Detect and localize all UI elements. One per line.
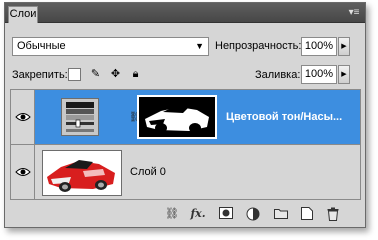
blend-mode-value: Обычные [17, 40, 66, 52]
fill-input[interactable]: 100% [301, 65, 337, 84]
trash-icon[interactable] [325, 207, 341, 221]
opacity-input[interactable]: 100% [301, 37, 337, 56]
lock-label: Закрепить: [12, 69, 68, 81]
visibility-toggle[interactable] [11, 90, 35, 144]
lock-pixels-icon[interactable]: ✎ [89, 68, 102, 81]
adjustment-layer-thumbnail [61, 98, 99, 136]
adjustment-icon[interactable] [245, 207, 261, 221]
lock-transparency-icon[interactable] [68, 68, 81, 81]
fx-icon[interactable]: fx. [190, 207, 206, 221]
lock-position-icon[interactable]: ✥ [109, 68, 122, 81]
layers-list: ⛓ Цветовой тон/Насы... Слой 0 [10, 89, 361, 200]
layer-name[interactable]: Слой 0 [130, 166, 166, 178]
layer-row-hue-saturation[interactable]: ⛓ Цветовой тон/Насы... [11, 90, 360, 145]
blend-mode-select[interactable]: Обычные ▼ [12, 37, 209, 56]
fill-slider-button[interactable]: ▶ [338, 65, 350, 84]
layer-thumbnail [42, 150, 122, 196]
chevron-down-icon: ▼ [195, 41, 204, 51]
panel-menu-icon[interactable]: ▾≡ [347, 7, 361, 19]
link-icon[interactable]: ⛓ [164, 207, 180, 221]
layer-row-layer-0[interactable]: Слой 0 [11, 145, 360, 200]
lock-fill-row: Закрепить: ✎ ✥ 🔒︎ Заливка: 100% ▶ [5, 65, 365, 87]
new-layer-icon[interactable] [299, 207, 315, 221]
group-icon[interactable] [273, 207, 289, 221]
fill-label: Заливка: [255, 69, 301, 81]
layer-mask-thumbnail[interactable] [137, 95, 217, 139]
panel-titlebar: Слои ▾≡ [5, 3, 365, 23]
mask-icon[interactable] [218, 207, 234, 221]
panel-bottom-toolbar: ⛓ fx. [5, 203, 365, 225]
tab-layers[interactable]: Слои [8, 6, 38, 23]
opacity-label: Непрозрачность: [215, 40, 302, 52]
visibility-toggle[interactable] [11, 145, 35, 199]
hue-saturation-icon [66, 102, 94, 132]
opacity-slider-button[interactable]: ▶ [338, 37, 350, 56]
blend-opacity-row: Обычные ▼ Непрозрачность: 100% ▶ [5, 37, 365, 59]
layer-name[interactable]: Цветовой тон/Насы... [226, 111, 342, 123]
lock-all-icon[interactable]: 🔒︎ [129, 68, 142, 81]
layers-panel: Слои ▾≡ Обычные ▼ Непрозрачность: 100% ▶… [4, 2, 366, 228]
red-car-image [47, 160, 115, 192]
eye-icon [15, 168, 31, 176]
eye-icon [15, 113, 31, 121]
car-mask-image [145, 105, 209, 133]
